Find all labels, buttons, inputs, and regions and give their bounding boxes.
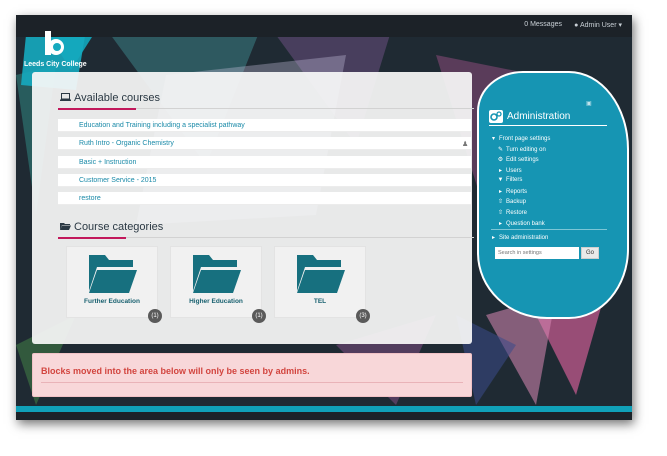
tree-item-reports[interactable]: ▸ Reports bbox=[497, 188, 527, 195]
pencil-icon: ✎ bbox=[497, 147, 504, 153]
category-card[interactable]: Further Education (1) bbox=[66, 246, 162, 323]
gear-icon: ⚙ bbox=[497, 157, 504, 163]
category-count-badge: (1) bbox=[252, 309, 266, 323]
folder-icon bbox=[193, 255, 241, 293]
notice-text: Blocks moved into the area below will on… bbox=[41, 366, 310, 376]
person-icon: ♟ bbox=[462, 141, 469, 148]
administration-block: ▣ Administration ▾ Front page settings ✎ T… bbox=[477, 71, 629, 319]
course-item[interactable]: Basic + Instruction bbox=[58, 156, 471, 169]
tree-item-turn-editing-on[interactable]: ✎ Turn editing on bbox=[497, 146, 546, 153]
tree-label: Site administration bbox=[499, 235, 549, 241]
category-name: Higher Education bbox=[189, 298, 243, 305]
chevron-right-icon: ▸ bbox=[498, 221, 502, 227]
user-icon: ● bbox=[574, 22, 579, 29]
go-button[interactable]: Go bbox=[581, 247, 599, 259]
chevron-right-icon: ▸ bbox=[498, 189, 502, 195]
tree-item-question-bank[interactable]: ▸ Question bank bbox=[497, 220, 545, 227]
course-item[interactable]: Customer Service - 2015 bbox=[58, 174, 471, 187]
category-card[interactable]: Higher Education (1) bbox=[170, 246, 266, 323]
logo-icon[interactable] bbox=[42, 29, 70, 59]
category-count-badge: (1) bbox=[148, 309, 162, 323]
heading-underline bbox=[58, 237, 126, 239]
logo-text: Leeds City College bbox=[24, 61, 87, 68]
course-item[interactable]: Education and Training including a speci… bbox=[58, 119, 471, 132]
tree-label: Turn editing on bbox=[506, 147, 546, 153]
search-settings-input[interactable] bbox=[495, 247, 579, 259]
chevron-down-icon: ▾ bbox=[618, 22, 622, 29]
footer-bar bbox=[16, 412, 632, 420]
chevron-right-icon: ▸ bbox=[498, 168, 502, 174]
tree-label: Backup bbox=[506, 199, 527, 205]
messages-link[interactable]: 0 Messages bbox=[524, 21, 562, 28]
main-content-panel: Available courses Education and Training… bbox=[32, 72, 474, 344]
folder-icon bbox=[89, 255, 137, 293]
tree-item-restore[interactable]: ⇧ Restore bbox=[497, 209, 527, 216]
course-item[interactable]: Ruth Intro - Organic Chemistry bbox=[58, 137, 471, 150]
category-count-badge: (3) bbox=[356, 309, 370, 323]
heading-underline bbox=[58, 108, 136, 110]
tree-label: Edit settings bbox=[506, 157, 539, 163]
folder-icon bbox=[297, 255, 345, 293]
app-window: 0 Messages ● Admin User ▾ Leeds City Col… bbox=[16, 15, 632, 420]
chevron-down-icon: ▾ bbox=[491, 136, 495, 142]
user-name: Admin User bbox=[579, 22, 617, 29]
tree-site-administration[interactable]: ▸ Site administration bbox=[490, 234, 548, 241]
chevron-right-icon: ▸ bbox=[491, 235, 495, 241]
admin-notice: Blocks moved into the area below will on… bbox=[32, 353, 472, 397]
tree-item-users[interactable]: ▸ Users bbox=[497, 167, 522, 174]
administration-title: Administration bbox=[507, 111, 571, 122]
filter-icon: ▼ bbox=[497, 177, 504, 183]
user-menu[interactable]: ● Admin User ▾ bbox=[574, 21, 622, 29]
tree-label: Users bbox=[506, 168, 522, 174]
divider bbox=[489, 125, 607, 126]
upload-icon: ⇧ bbox=[497, 199, 504, 205]
tree-label: Restore bbox=[506, 210, 528, 216]
course-categories-title: Course categories bbox=[74, 221, 164, 233]
tree-item-backup[interactable]: ⇧ Backup bbox=[497, 198, 526, 205]
tree-label: Filters bbox=[506, 177, 523, 183]
category-name: Further Education bbox=[84, 298, 140, 305]
divider bbox=[491, 229, 607, 230]
course-item[interactable]: restore bbox=[58, 192, 471, 205]
category-card[interactable]: TEL (3) bbox=[274, 246, 370, 323]
folder-open-icon bbox=[60, 221, 71, 233]
upload-icon: ⇧ bbox=[497, 210, 504, 216]
tree-label: Question bank bbox=[506, 221, 545, 227]
tree-label: Reports bbox=[506, 189, 528, 195]
top-navbar: 0 Messages ● Admin User ▾ bbox=[16, 15, 632, 37]
laptop-icon bbox=[60, 92, 71, 104]
tree-item-filters[interactable]: ▼ Filters bbox=[497, 177, 523, 183]
divider bbox=[41, 382, 463, 383]
available-courses-title: Available courses bbox=[74, 92, 161, 104]
category-name: TEL bbox=[313, 298, 327, 305]
course-categories-heading: Course categories bbox=[60, 221, 163, 233]
tree-label: Front page settings bbox=[499, 136, 551, 142]
available-courses-heading: Available courses bbox=[60, 92, 160, 104]
dock-icon[interactable]: ▣ bbox=[586, 100, 592, 107]
tree-item-edit-settings[interactable]: ⚙ Edit settings bbox=[497, 156, 539, 163]
gears-icon bbox=[489, 110, 503, 123]
tree-front-page-settings[interactable]: ▾ Front page settings bbox=[490, 135, 550, 142]
